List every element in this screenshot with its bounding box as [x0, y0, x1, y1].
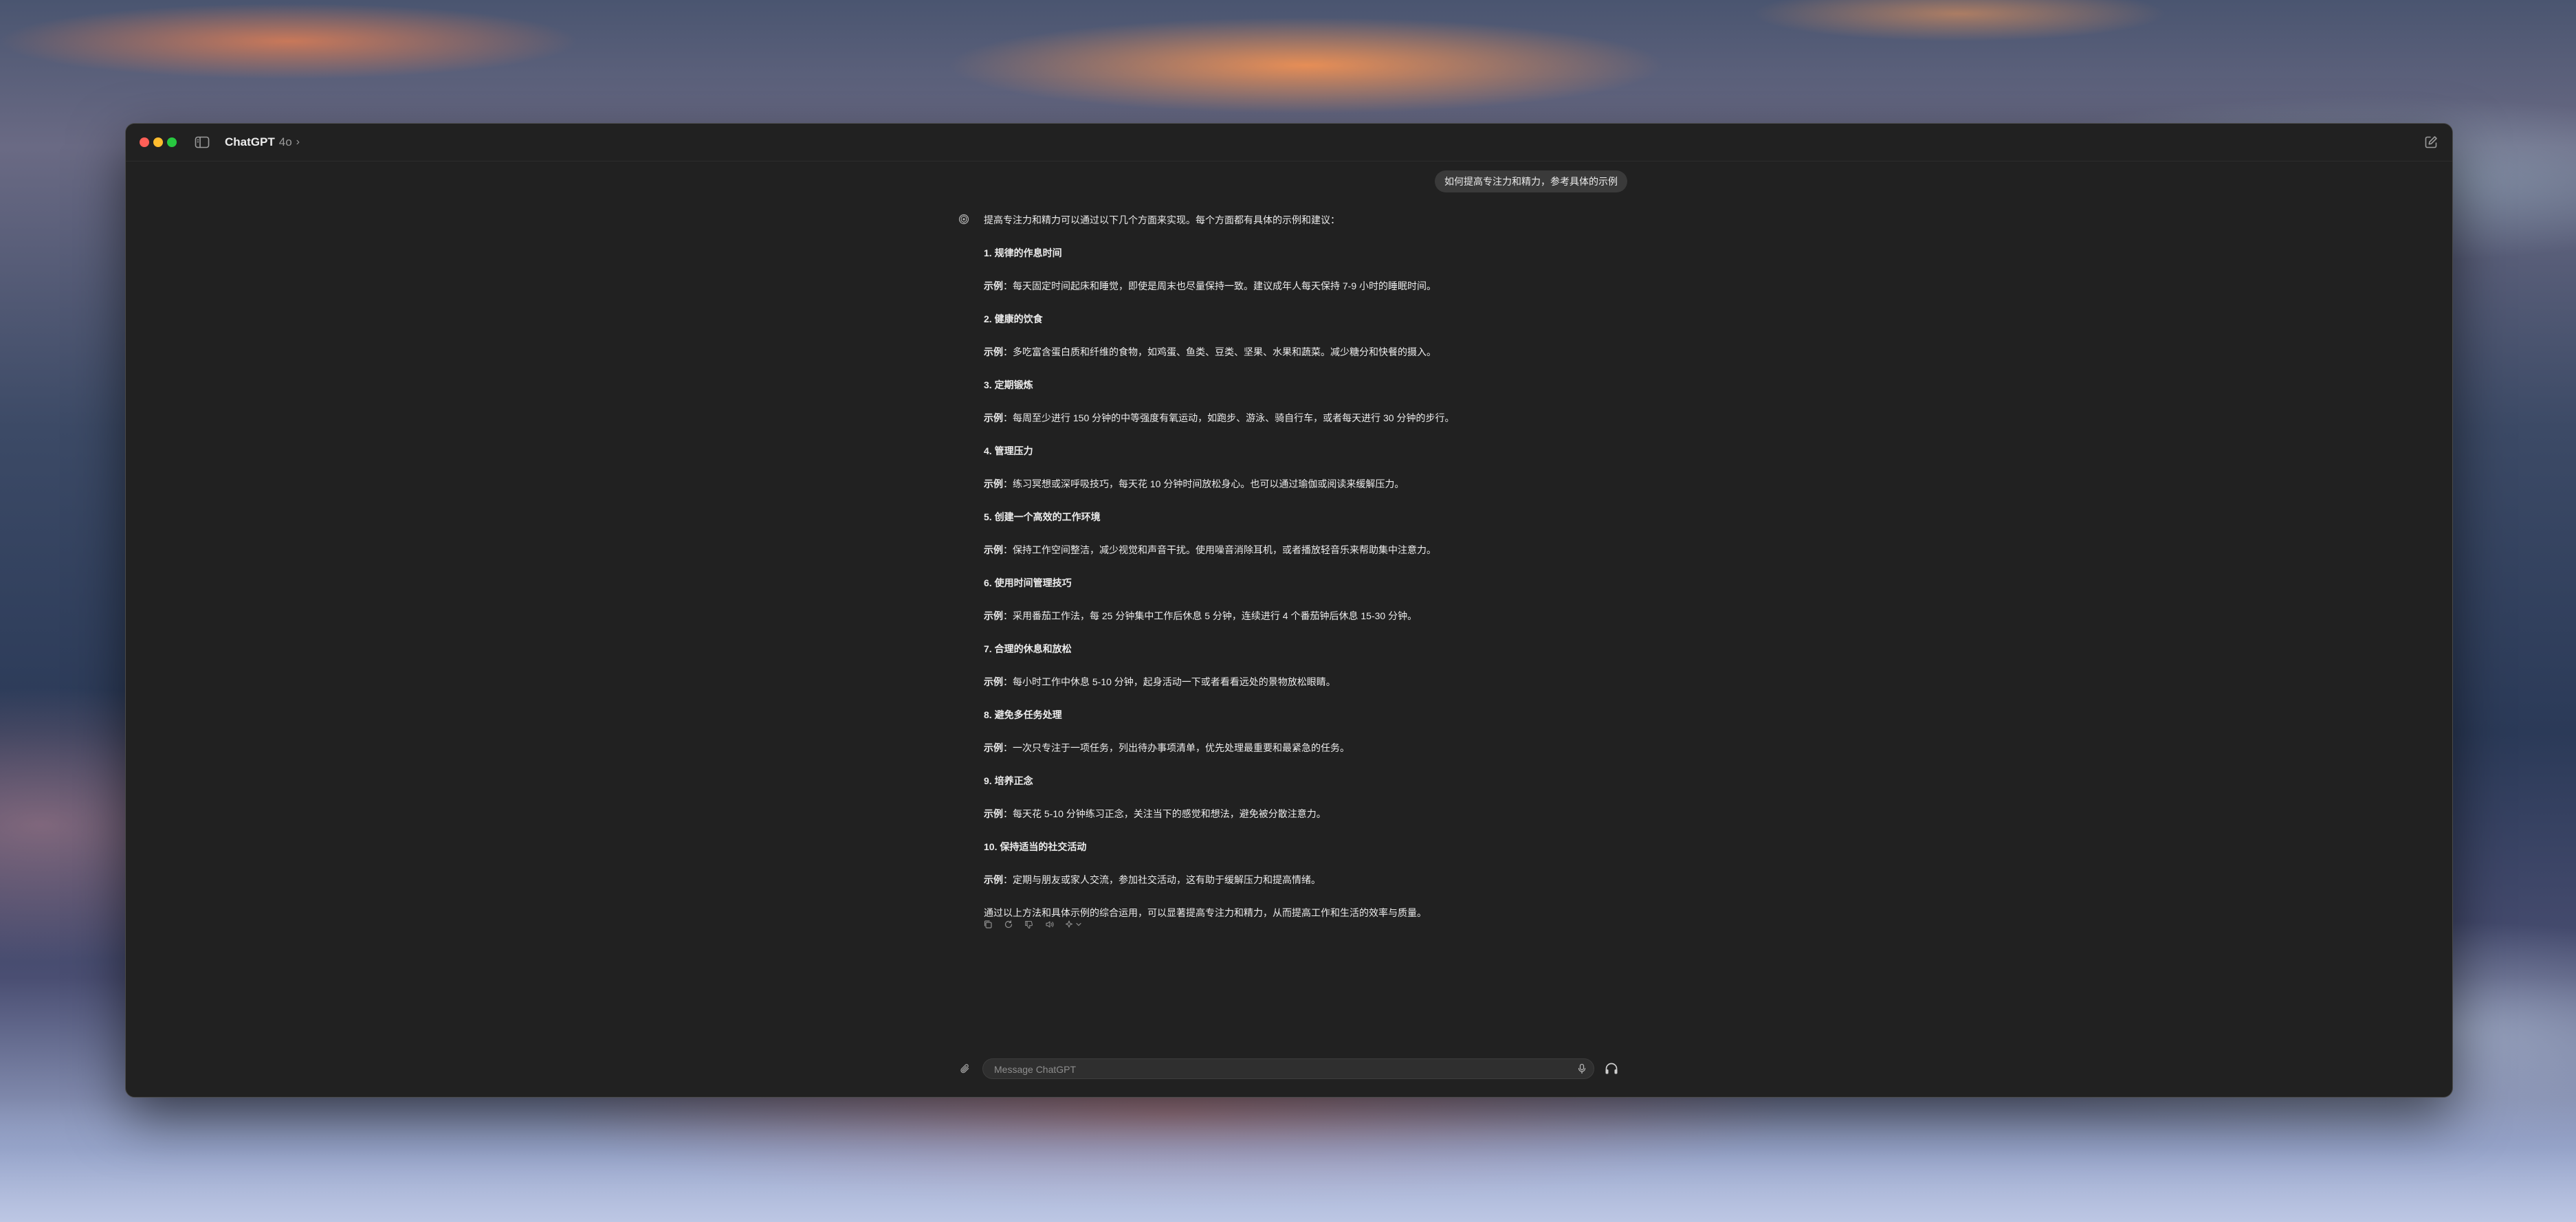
example-label: 示例: [984, 346, 1003, 357]
item-heading: 10. 保持适当的社交活动: [984, 841, 1087, 852]
thumbs-down-icon[interactable]: [1022, 919, 1036, 930]
model-switch-icon[interactable]: [1064, 919, 1087, 930]
item-example: 示例：每天固定时间起床和睡觉，即使是周末也尽量保持一致。建议成年人每天保持 7-…: [984, 279, 1740, 293]
example-text: ：每周至少进行 150 分钟的中等强度有氧运动，如跑步、游泳、骑自行车，或者每天…: [1003, 412, 1455, 423]
item-example: 示例：每周至少进行 150 分钟的中等强度有氧运动，如跑步、游泳、骑自行车，或者…: [984, 411, 1740, 425]
regenerate-icon[interactable]: [1002, 919, 1015, 930]
sidebar-icon[interactable]: [195, 135, 210, 149]
app-name: ChatGPT: [225, 135, 275, 148]
user-message-bubble: 如何提高专注力和精力，参考具体的示例: [1435, 170, 1627, 192]
assistant-message: 提高专注力和精力可以通过以下几个方面来实现。每个方面都有具体的示例和建议： 1.…: [984, 213, 1740, 920]
assistant-conclusion: 通过以上方法和具体示例的综合运用，可以显著提高专注力和精力，从而提高工作和生活的…: [984, 907, 1427, 918]
item-heading: 7. 合理的休息和放松: [984, 643, 1072, 654]
example-text: ：保持工作空间整洁，减少视觉和声音干扰。使用噪音消除耳机，或者播放轻音乐来帮助集…: [1003, 544, 1436, 555]
desktop-wallpaper: [0, 1098, 2576, 1222]
item-heading: 2. 健康的饮食: [984, 313, 1043, 324]
model-name: 4o: [278, 135, 292, 148]
example-text: ：练习冥想或深呼吸技巧，每天花 10 分钟时间放松身心。也可以通过瑜伽或阅读来缓…: [1003, 478, 1405, 489]
list-item: 10. 保持适当的社交活动 示例：定期与朋友或家人交流，参加社交活动，这有助于缓…: [984, 840, 1740, 887]
list-item: 4. 管理压力 示例：练习冥想或深呼吸技巧，每天花 10 分钟时间放松身心。也可…: [984, 444, 1740, 491]
example-label: 示例: [984, 412, 1003, 423]
example-label: 示例: [984, 808, 1003, 819]
message-actions: [981, 919, 1087, 930]
list-item: 6. 使用时间管理技巧 示例：采用番茄工作法，每 25 分钟集中工作后休息 5 …: [984, 576, 1740, 623]
item-example: 示例：采用番茄工作法，每 25 分钟集中工作后休息 5 分钟，连续进行 4 个番…: [984, 609, 1740, 623]
list-item: 3. 定期锻炼 示例：每周至少进行 150 分钟的中等强度有氧运动，如跑步、游泳…: [984, 378, 1740, 425]
item-heading: 6. 使用时间管理技巧: [984, 577, 1072, 588]
item-heading: 3. 定期锻炼: [984, 379, 1033, 390]
list-item: 9. 培养正念 示例：每天花 5-10 分钟练习正念，关注当下的感觉和想法，避免…: [984, 774, 1740, 821]
close-window-button[interactable]: [140, 137, 149, 147]
assistant-intro: 提高专注力和精力可以通过以下几个方面来实现。每个方面都有具体的示例和建议：: [984, 214, 1340, 225]
message-composer: [982, 1058, 1594, 1080]
example-text: ：每天花 5-10 分钟练习正念，关注当下的感觉和想法，避免被分散注意力。: [1003, 808, 1326, 819]
item-example: 示例：多吃富含蛋白质和纤维的食物，如鸡蛋、鱼类、豆类、坚果、水果和蔬菜。减少糖分…: [984, 345, 1740, 359]
openai-logo-icon: [958, 214, 969, 225]
example-label: 示例: [984, 610, 1003, 621]
compose-icon[interactable]: [2423, 135, 2439, 150]
model-selector[interactable]: ChatGPT 4o ›: [225, 135, 300, 150]
example-label: 示例: [984, 478, 1003, 489]
item-example: 示例：每天花 5-10 分钟练习正念，关注当下的感觉和想法，避免被分散注意力。: [984, 807, 1740, 821]
list-item: 1. 规律的作息时间 示例：每天固定时间起床和睡觉，即使是周末也尽量保持一致。建…: [984, 246, 1740, 293]
example-text: ：采用番茄工作法，每 25 分钟集中工作后休息 5 分钟，连续进行 4 个番茄钟…: [1003, 610, 1418, 621]
item-example: 示例：一次只专注于一项任务，列出待办事项清单，优先处理最重要和最紧急的任务。: [984, 741, 1740, 755]
zoom-window-button[interactable]: [167, 137, 177, 147]
headphones-icon[interactable]: [1604, 1062, 1619, 1076]
item-example: 示例：保持工作空间整洁，减少视觉和声音干扰。使用噪音消除耳机，或者播放轻音乐来帮…: [984, 543, 1740, 557]
list-item: 7. 合理的休息和放松 示例：每小时工作中休息 5-10 分钟，起身活动一下或者…: [984, 642, 1740, 689]
example-label: 示例: [984, 544, 1003, 555]
list-item: 5. 创建一个高效的工作环境 示例：保持工作空间整洁，减少视觉和声音干扰。使用噪…: [984, 510, 1740, 557]
minimize-window-button[interactable]: [153, 137, 163, 147]
paperclip-icon[interactable]: [959, 1063, 971, 1075]
example-label: 示例: [984, 280, 1003, 291]
list-item: 8. 避免多任务处理 示例：一次只专注于一项任务，列出待办事项清单，优先处理最重…: [984, 708, 1740, 755]
example-label: 示例: [984, 742, 1003, 753]
item-example: 示例：每小时工作中休息 5-10 分钟，起身活动一下或者看看远处的景物放松眼睛。: [984, 675, 1740, 689]
example-text: ：每天固定时间起床和睡觉，即使是周末也尽量保持一致。建议成年人每天保持 7-9 …: [1003, 280, 1437, 291]
title-bar: ChatGPT 4o ›: [126, 124, 2452, 162]
example-text: ：一次只专注于一项任务，列出待办事项清单，优先处理最重要和最紧急的任务。: [1003, 742, 1350, 753]
copy-icon[interactable]: [981, 919, 995, 930]
example-label: 示例: [984, 874, 1003, 885]
item-example: 示例：定期与朋友或家人交流，参加社交活动，这有助于缓解压力和提高情绪。: [984, 873, 1740, 887]
item-example: 示例：练习冥想或深呼吸技巧，每天花 10 分钟时间放松身心。也可以通过瑜伽或阅读…: [984, 477, 1740, 491]
item-heading: 1. 规律的作息时间: [984, 247, 1062, 258]
item-heading: 4. 管理压力: [984, 445, 1033, 456]
chevron-right-icon: ›: [296, 136, 300, 148]
item-heading: 5. 创建一个高效的工作环境: [984, 511, 1101, 522]
item-heading: 8. 避免多任务处理: [984, 709, 1062, 720]
message-input[interactable]: [993, 1059, 1545, 1080]
microphone-icon[interactable]: [1577, 1063, 1587, 1074]
example-text: ：多吃富含蛋白质和纤维的食物，如鸡蛋、鱼类、豆类、坚果、水果和蔬菜。减少糖分和快…: [1003, 346, 1436, 357]
example-text: ：每小时工作中休息 5-10 分钟，起身活动一下或者看看远处的景物放松眼睛。: [1003, 676, 1336, 687]
list-item: 2. 健康的饮食 示例：多吃富含蛋白质和纤维的食物，如鸡蛋、鱼类、豆类、坚果、水…: [984, 312, 1740, 359]
read-aloud-icon[interactable]: [1043, 919, 1057, 930]
example-label: 示例: [984, 676, 1003, 687]
example-text: ：定期与朋友或家人交流，参加社交活动，这有助于缓解压力和提高情绪。: [1003, 874, 1321, 885]
item-heading: 9. 培养正念: [984, 775, 1033, 786]
chatgpt-window: ChatGPT 4o › 如何提高专注力和精力，参考具体的示例 提高专注力和精力…: [125, 123, 2453, 1098]
